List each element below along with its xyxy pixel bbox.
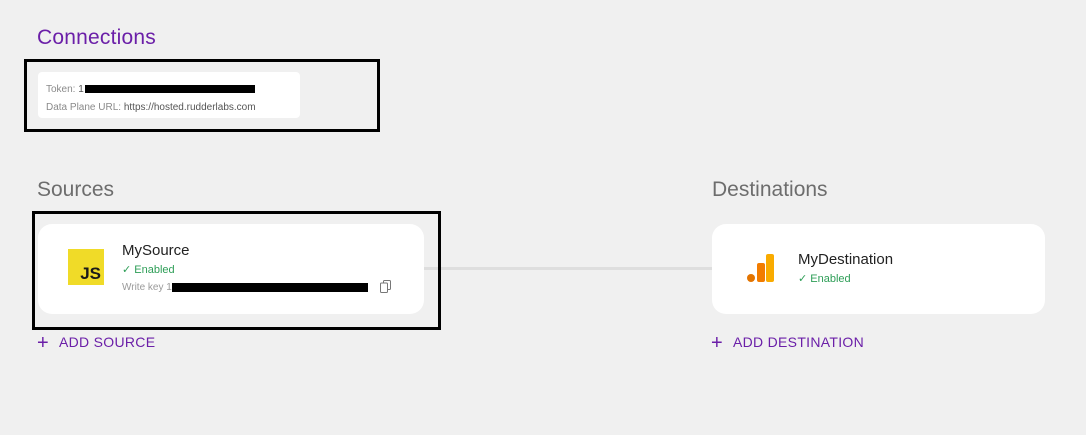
plus-icon: +: [711, 332, 723, 354]
add-destination-button[interactable]: + ADD DESTINATION: [711, 332, 864, 355]
write-key-row: Write key 1: [122, 282, 368, 293]
token-card: Token: 1 Data Plane URL: https://hosted.…: [38, 72, 300, 118]
write-key-label: Write key: [122, 282, 164, 293]
add-destination-label: ADD DESTINATION: [732, 334, 865, 350]
source-card[interactable]: JS MySource ✓ Enabled Write key 1: [38, 224, 424, 314]
data-plane-label: Data Plane URL:: [46, 102, 122, 113]
source-name[interactable]: MySource: [122, 242, 190, 259]
page-title: Connections: [37, 26, 156, 49]
js-icon-text: JS: [80, 264, 101, 283]
source-status-text: Enabled: [134, 264, 175, 276]
destination-status: ✓ Enabled: [798, 272, 851, 285]
token-redaction: [84, 85, 255, 94]
token-label: Token:: [46, 84, 76, 95]
destination-status-text: Enabled: [810, 273, 851, 285]
destination-name[interactable]: MyDestination: [798, 251, 893, 268]
add-source-label: ADD SOURCE: [58, 334, 156, 350]
token-row: Token: 1: [46, 81, 300, 99]
destinations-title: Destinations: [712, 178, 828, 201]
check-icon: ✓: [798, 273, 808, 285]
connection-line: [424, 267, 712, 270]
token-value-prefix: 1: [78, 84, 84, 95]
copy-icon[interactable]: [380, 280, 392, 293]
google-analytics-icon: [747, 254, 774, 282]
sources-title: Sources: [37, 178, 115, 201]
source-status: ✓ Enabled: [122, 263, 175, 276]
token-value[interactable]: 1: [78, 84, 255, 95]
check-icon: ✓: [122, 264, 132, 276]
data-plane-row: Data Plane URL: https://hosted.rudderlab…: [46, 99, 300, 117]
add-source-button[interactable]: + ADD SOURCE: [37, 332, 155, 355]
destination-card[interactable]: MyDestination ✓ Enabled: [712, 224, 1045, 314]
write-key-redaction: [171, 282, 368, 292]
js-icon: JS: [68, 249, 104, 285]
plus-icon: +: [37, 332, 49, 354]
data-plane-url[interactable]: https://hosted.rudderlabs.com: [124, 102, 256, 113]
